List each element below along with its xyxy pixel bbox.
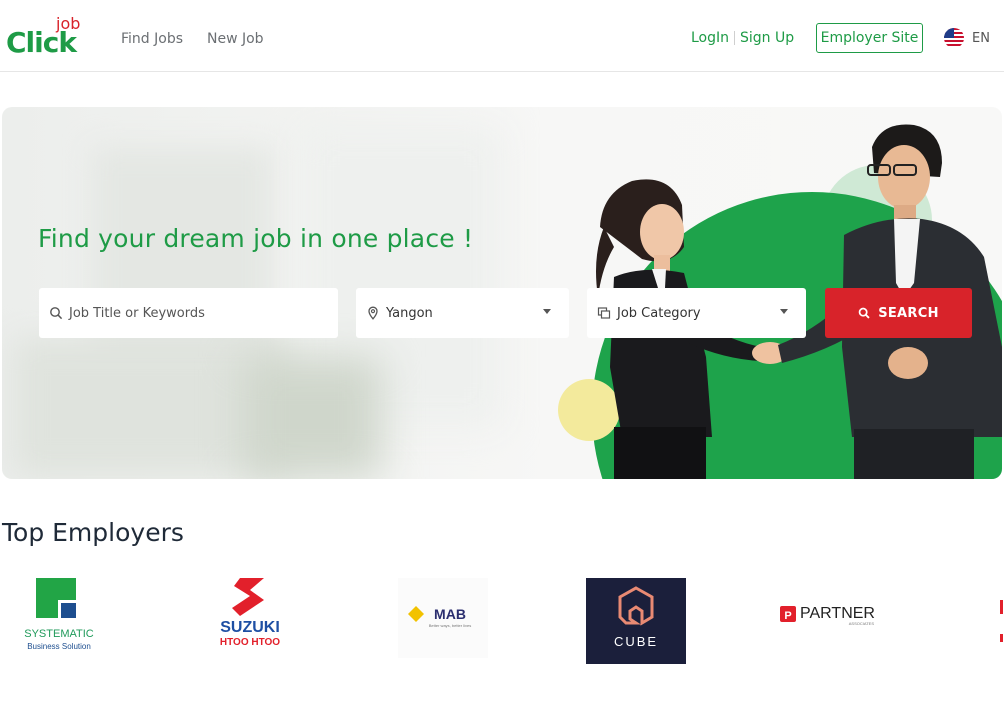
caret-down-icon	[543, 309, 551, 314]
employer-name: CUBE	[614, 634, 658, 649]
caret-down-icon	[780, 309, 788, 314]
language-label: EN	[972, 30, 990, 46]
language-selector[interactable]: EN	[944, 28, 990, 48]
nav-find-jobs[interactable]: Find Jobs	[121, 31, 183, 47]
employer-logo-suzuki[interactable]: SUZUKI HTOO HTOO	[206, 578, 294, 650]
auth-links: LogIn Sign Up	[691, 30, 794, 46]
category-select[interactable]: Job Category	[587, 288, 806, 338]
keywords-placeholder: Job Title or Keywords	[69, 305, 205, 321]
location-pin-icon	[368, 306, 378, 320]
logo-click-text: Click	[6, 26, 77, 59]
signup-link[interactable]: Sign Up	[740, 30, 794, 46]
hero-banner: Find your dream job in one place ! Job T…	[2, 107, 1002, 479]
search-button-label: SEARCH	[878, 305, 939, 321]
category-icon	[597, 307, 611, 319]
employer-logo-mab[interactable]: MAB Better ways, better lives	[398, 578, 488, 658]
employer-logo-partner[interactable]: P PARTNER ASSOCIATES	[778, 598, 882, 638]
login-link[interactable]: LogIn	[691, 30, 729, 46]
employer-name: MAB	[434, 606, 466, 622]
employer-site-button[interactable]: Employer Site	[816, 23, 923, 53]
employer-logo-partial[interactable]	[996, 596, 1004, 656]
top-employers-title: Top Employers	[2, 518, 184, 547]
keywords-field[interactable]: Job Title or Keywords	[39, 288, 338, 338]
nav-new-job[interactable]: New Job	[207, 31, 264, 47]
jobclick-logo[interactable]: job Click	[6, 12, 80, 59]
employer-name: SYSTEMATIC	[24, 628, 94, 640]
employer-tagline: ASSOCIATES	[849, 621, 875, 626]
us-flag-icon	[944, 28, 964, 48]
search-icon	[50, 307, 63, 320]
location-value: Yangon	[386, 305, 433, 321]
auth-divider	[734, 31, 736, 45]
search-icon	[858, 307, 870, 319]
search-button[interactable]: SEARCH	[825, 288, 972, 338]
site-header: job Click Find Jobs New Job LogIn Sign U…	[0, 0, 1004, 72]
employer-tagline: Business Solution	[27, 642, 91, 651]
employer-name: PARTNER	[800, 605, 875, 622]
employer-logo-cube[interactable]: CUBE	[586, 578, 686, 664]
category-value: Job Category	[617, 305, 701, 321]
svg-text:P: P	[784, 610, 791, 622]
employer-tagline: HTOO HTOO	[220, 637, 280, 648]
employer-logo-systematic[interactable]: SYSTEMATIC Business Solution	[22, 578, 96, 656]
hero-title: Find your dream job in one place !	[38, 224, 474, 253]
employer-name: SUZUKI	[220, 619, 280, 636]
location-select[interactable]: Yangon	[356, 288, 569, 338]
employer-tagline: Better ways, better lives	[429, 623, 471, 628]
